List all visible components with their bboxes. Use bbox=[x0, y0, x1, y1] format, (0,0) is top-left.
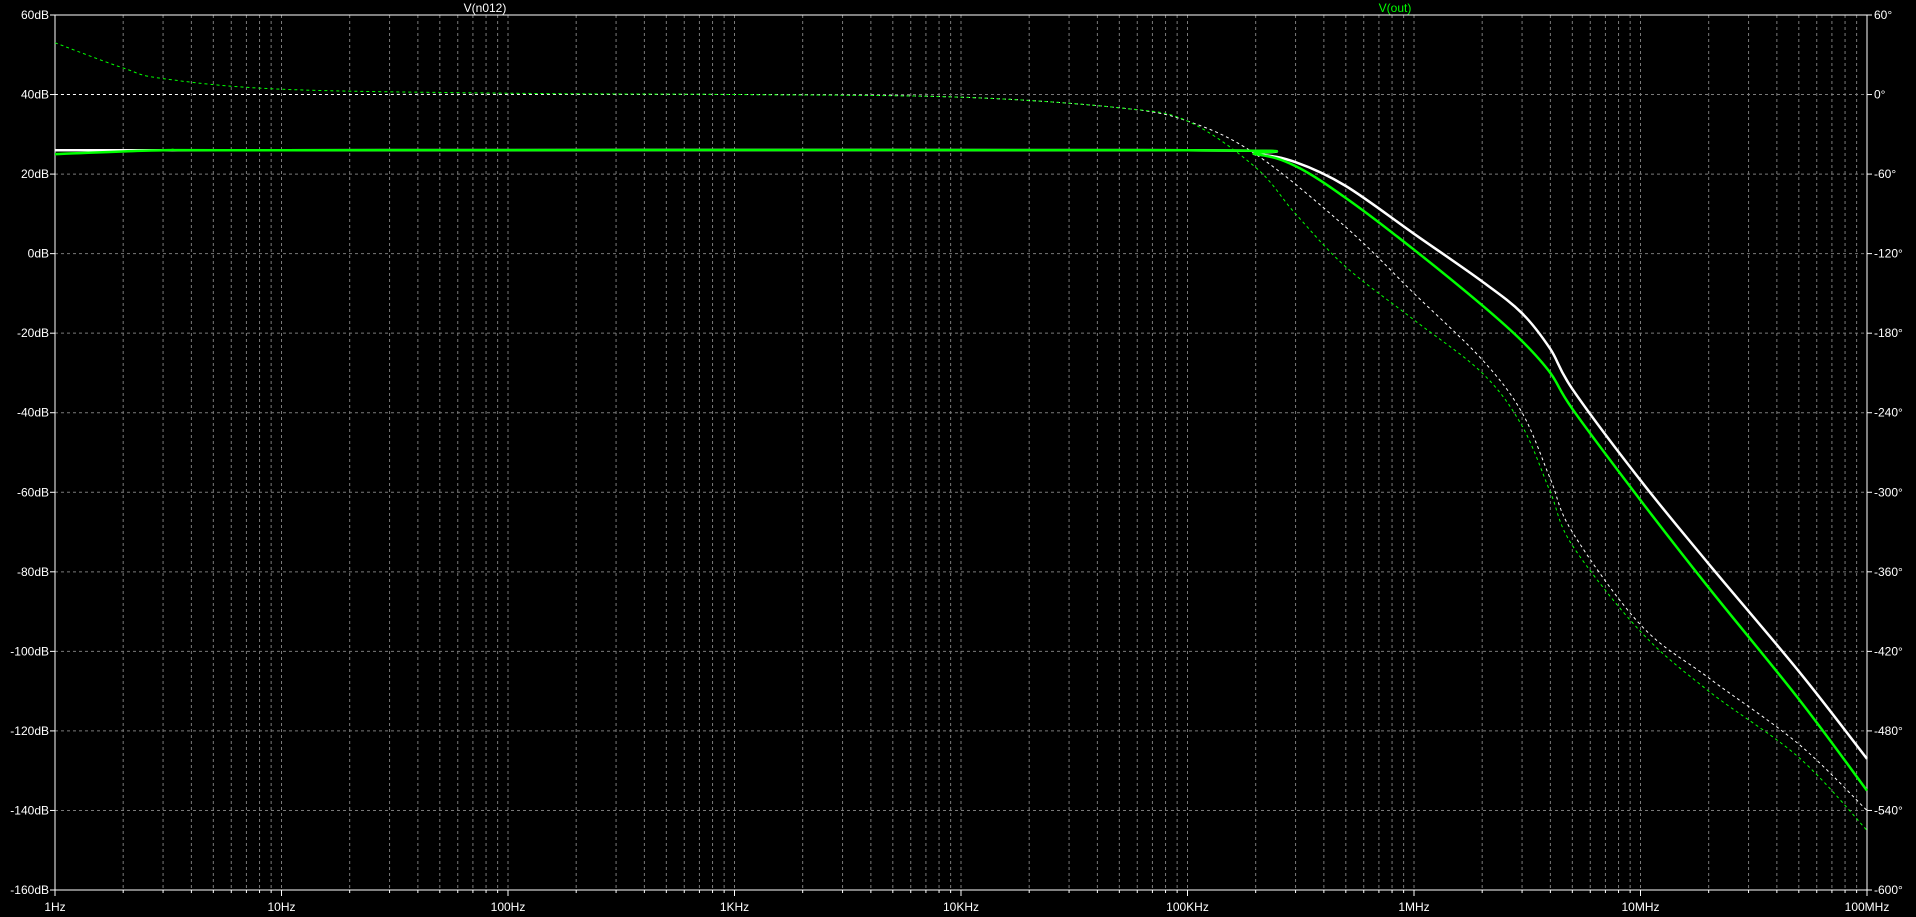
trace-label-v-out[interactable]: V(out) bbox=[1379, 1, 1412, 15]
y-right-tick-label: 0° bbox=[1874, 88, 1886, 102]
y-left-tick-label: 60dB bbox=[21, 8, 49, 22]
x-tick-label: 10Hz bbox=[267, 900, 295, 914]
y-right-tick-label: -600° bbox=[1874, 883, 1903, 897]
x-tick-label: 100Hz bbox=[491, 900, 526, 914]
x-tick-label: 1MHz bbox=[1398, 900, 1429, 914]
y-left-tick-label: -140dB bbox=[10, 803, 49, 817]
y-left-tick-label: 0dB bbox=[28, 247, 49, 261]
plot-background bbox=[0, 0, 1916, 917]
y-right-tick-label: 60° bbox=[1874, 8, 1892, 22]
trace-label-v-n012[interactable]: V(n012) bbox=[464, 1, 507, 15]
y-left-tick-label: -80dB bbox=[17, 565, 49, 579]
x-tick-label: 1Hz bbox=[44, 900, 65, 914]
y-right-tick-label: -420° bbox=[1874, 644, 1903, 658]
x-tick-label: 100KHz bbox=[1166, 900, 1209, 914]
y-right-tick-label: -300° bbox=[1874, 485, 1903, 499]
y-right-tick-label: -180° bbox=[1874, 326, 1903, 340]
y-left-tick-label: -120dB bbox=[10, 724, 49, 738]
y-left-tick-label: 40dB bbox=[21, 88, 49, 102]
y-left-tick-label: -100dB bbox=[10, 644, 49, 658]
y-left-tick-label: -40dB bbox=[17, 406, 49, 420]
x-tick-label: 100MHz bbox=[1845, 900, 1890, 914]
y-left-tick-label: -20dB bbox=[17, 326, 49, 340]
x-tick-label: 1KHz bbox=[720, 900, 749, 914]
y-right-tick-label: -60° bbox=[1874, 167, 1896, 181]
y-right-tick-label: -360° bbox=[1874, 565, 1903, 579]
y-left-tick-label: -160dB bbox=[10, 883, 49, 897]
y-left-tick-label: 20dB bbox=[21, 167, 49, 181]
bode-plot: 60dB 40dB 20dB 0dB -20dB -40dB -60dB -80dB -100d… bbox=[0, 0, 1916, 917]
y-left-tick-label: -60dB bbox=[17, 485, 49, 499]
x-tick-label: 10MHz bbox=[1621, 900, 1659, 914]
y-right-tick-label: -540° bbox=[1874, 803, 1903, 817]
y-right-tick-label: -120° bbox=[1874, 247, 1903, 261]
y-right-tick-label: -240° bbox=[1874, 406, 1903, 420]
y-right-tick-label: -480° bbox=[1874, 724, 1903, 738]
x-tick-label: 10KHz bbox=[943, 900, 979, 914]
